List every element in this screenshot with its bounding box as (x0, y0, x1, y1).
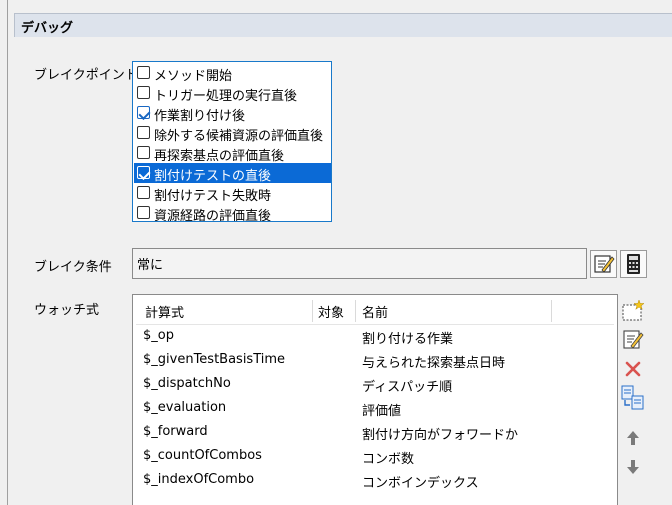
checkbox[interactable] (137, 126, 150, 139)
edit-note-icon (594, 255, 615, 273)
column-divider[interactable] (355, 300, 356, 322)
table-row[interactable]: $_forward 割付け方向がフォワードか (136, 421, 614, 445)
checkbox[interactable] (137, 206, 150, 219)
breakpoint-item-label: 資源経路の評価直後 (154, 209, 272, 222)
delete-watch-button[interactable] (619, 355, 647, 383)
cell-expression: $_givenTestBasisTime (143, 352, 286, 367)
move-down-icon (627, 460, 639, 474)
delete-icon (625, 361, 641, 377)
breakpoint-item-label: トリガー処理の実行直後 (154, 89, 298, 104)
breakpoint-item[interactable]: 除外する候補資源の評価直後 (134, 123, 331, 144)
cell-expression: $_dispatchNo (143, 376, 231, 391)
cell-name: ディスパッチ順 (362, 380, 453, 395)
checkbox[interactable] (137, 86, 150, 99)
breakpoint-item-label: 割付けテスト失敗時 (154, 189, 272, 204)
new-icon (622, 299, 645, 321)
breakpoint-item-label: メソッド開始 (154, 69, 233, 84)
breakpoint-item[interactable]: 再探索基点の評価直後 (134, 143, 331, 164)
cell-name: 割付け方向がフォワードか (362, 428, 519, 443)
checkbox[interactable] (137, 66, 150, 79)
cell-expression: $_op (143, 328, 174, 343)
checkbox[interactable] (137, 166, 151, 181)
watch-table[interactable]: 計算式 対象 名前 $_op 割り付ける作業 $_givenTestBasisTi… (132, 294, 618, 505)
column-header-name[interactable]: 名前 (362, 302, 388, 321)
cell-expression: $_forward (143, 424, 208, 439)
breakpoint-item-label: 作業割り付け後 (154, 109, 246, 124)
breakpoint-item-label: 再探索基点の評価直後 (154, 149, 285, 164)
column-divider[interactable] (551, 300, 552, 322)
cell-name: コンボインデックス (362, 476, 479, 491)
table-row[interactable]: $_givenTestBasisTime 与えられた探索基点日時 (136, 349, 614, 373)
edit-icon (623, 330, 644, 349)
cell-name: 評価値 (362, 404, 402, 419)
table-row[interactable]: $_dispatchNo ディスパッチ順 (136, 373, 614, 397)
panel-left-border (7, 0, 8, 505)
edit-watch-button[interactable] (619, 326, 647, 354)
checkbox[interactable] (137, 106, 151, 121)
copy-watch-button[interactable] (619, 384, 647, 412)
break-condition-label: ブレイク条件 (34, 260, 112, 275)
cell-name: コンボ数 (362, 452, 415, 467)
cell-expression: $_evaluation (143, 400, 227, 415)
break-condition-field[interactable]: 常に (132, 248, 587, 279)
checkbox[interactable] (137, 186, 150, 199)
table-row[interactable]: $_countOfCombos コンボ数 (136, 445, 614, 469)
move-up-button[interactable] (619, 424, 647, 452)
breakpoint-list[interactable]: メソッド開始 トリガー処理の実行直後 作業割り付け後 除外する候補資源の評価直後… (132, 61, 332, 222)
cell-name: 与えられた探索基点日時 (362, 356, 506, 371)
breakpoint-item[interactable]: 割付けテスト失敗時 (134, 183, 331, 204)
break-condition-value: 常に (137, 258, 164, 273)
column-header-expression[interactable]: 計算式 (145, 302, 184, 321)
move-up-icon (627, 431, 639, 445)
table-row[interactable]: $_evaluation 評価値 (136, 397, 614, 421)
column-header-target[interactable]: 対象 (318, 302, 344, 321)
breakpoints-label: ブレイクポイント (34, 68, 138, 83)
breakpoint-item[interactable]: 割付けテストの直後 (134, 163, 331, 184)
debug-section-header: デバッグ (14, 13, 672, 37)
breakpoint-item[interactable]: メソッド開始 (134, 63, 331, 84)
column-divider[interactable] (312, 300, 313, 322)
checkbox[interactable] (137, 146, 150, 159)
cell-expression: $_countOfCombos (143, 448, 262, 463)
edit-condition-button[interactable] (590, 250, 617, 278)
cell-expression: $_indexOfCombo (143, 472, 255, 487)
breakpoint-item[interactable]: 資源経路の評価直後 (134, 203, 331, 222)
section-title: デバッグ (21, 21, 74, 36)
table-row[interactable]: $_op 割り付ける作業 (136, 325, 614, 349)
checkmark-icon (138, 167, 151, 181)
add-watch-button[interactable] (619, 297, 647, 325)
table-row[interactable]: $_indexOfCombo コンボインデックス (136, 469, 614, 493)
calculator-icon (627, 254, 640, 274)
breakpoint-item[interactable]: トリガー処理の実行直後 (134, 83, 331, 104)
watch-expressions-label: ウォッチ式 (34, 303, 100, 318)
breakpoint-item-label: 割付けテストの直後 (154, 169, 272, 184)
breakpoint-item-label: 除外する候補資源の評価直後 (154, 129, 324, 144)
copy-icon (621, 385, 644, 410)
cell-name: 割り付ける作業 (362, 332, 454, 347)
move-down-button[interactable] (619, 453, 647, 481)
calculator-button[interactable] (620, 250, 647, 278)
watch-table-header: 計算式 対象 名前 (136, 298, 614, 325)
breakpoint-item[interactable]: 作業割り付け後 (134, 103, 331, 124)
checkmark-icon (138, 107, 151, 121)
